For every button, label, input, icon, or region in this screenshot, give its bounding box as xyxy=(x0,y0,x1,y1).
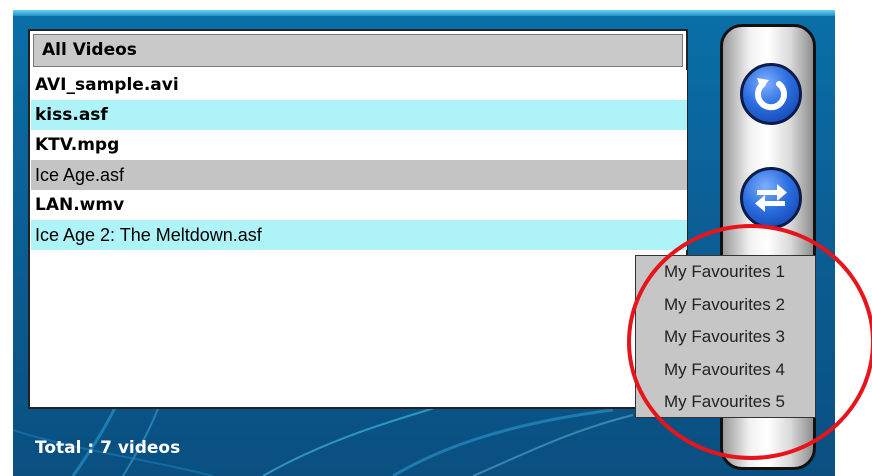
swap-icon xyxy=(755,184,787,212)
list-item-selected[interactable]: Ice Age.asf xyxy=(31,160,687,190)
list-header: All Videos xyxy=(33,34,683,67)
menu-item-favourites-1[interactable]: My Favourites 1 xyxy=(636,256,815,289)
list-item[interactable]: KTV.mpg xyxy=(31,130,687,160)
menu-item-favourites-3[interactable]: My Favourites 3 xyxy=(636,321,815,354)
swap-button[interactable] xyxy=(740,167,802,229)
refresh-icon xyxy=(755,78,787,111)
video-list-panel: All Videos AVI_sample.avi kiss.asf KTV.m… xyxy=(28,29,688,409)
list-item[interactable]: kiss.asf xyxy=(31,100,687,130)
menu-item-favourites-4[interactable]: My Favourites 4 xyxy=(636,354,815,387)
list-item[interactable]: Ice Age 2: The Meltdown.asf xyxy=(31,220,687,250)
menu-item-favourites-2[interactable]: My Favourites 2 xyxy=(636,289,815,322)
total-count: Total : 7 videos xyxy=(35,438,181,458)
refresh-button[interactable] xyxy=(740,63,802,125)
menu-item-favourites-5[interactable]: My Favourites 5 xyxy=(636,386,815,419)
list-item[interactable]: AVI_sample.avi xyxy=(31,70,687,100)
list-item[interactable]: LAN.wmv xyxy=(31,190,687,220)
favourites-menu: My Favourites 1 My Favourites 2 My Favou… xyxy=(635,255,816,418)
video-list: AVI_sample.avi kiss.asf KTV.mpg Ice Age.… xyxy=(31,70,687,250)
